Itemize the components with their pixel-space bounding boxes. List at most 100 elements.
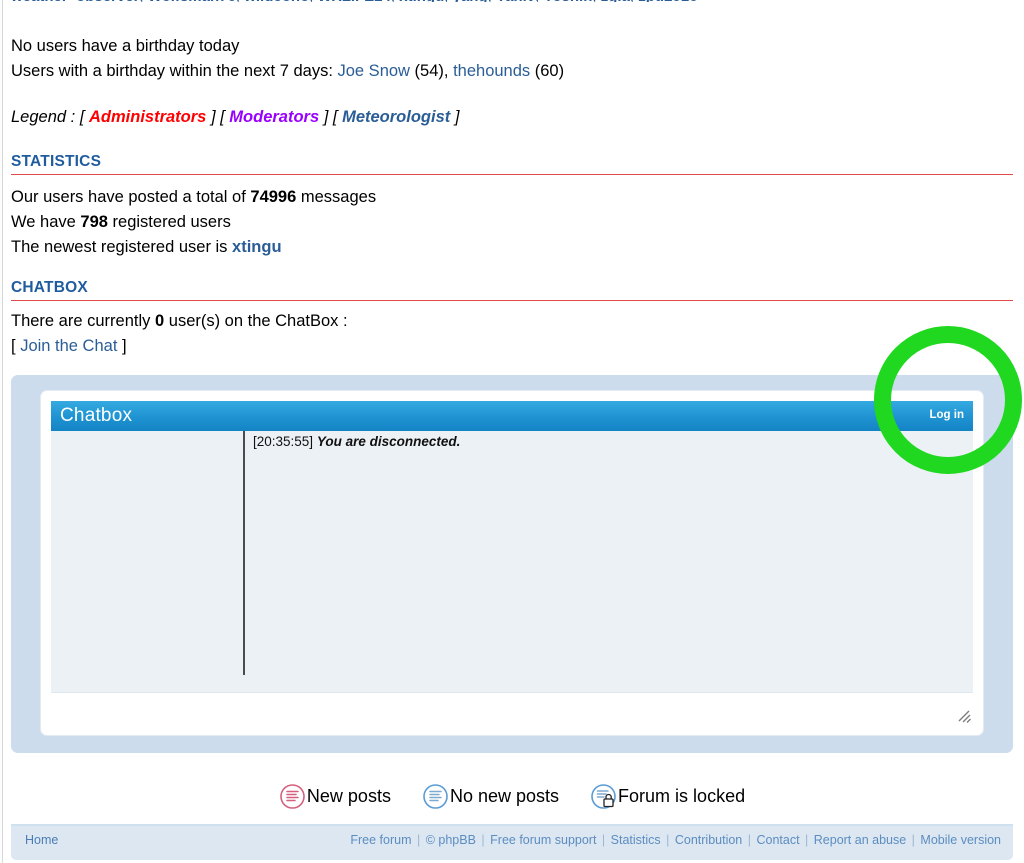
statistics-section-header: STATISTICS	[11, 153, 1013, 175]
birthday-user-link[interactable]: Joe Snow	[338, 62, 410, 80]
user-group-legend: Legend : [ Administrators ] [ Moderators…	[11, 108, 459, 127]
online-user-separator: ,	[488, 0, 496, 2]
legend-label: Legend :	[11, 108, 76, 126]
footer-link-separator: |	[744, 833, 755, 847]
footer-link[interactable]: Report an abuse	[814, 833, 906, 847]
chatbox-message-text: You are disconnected.	[316, 434, 461, 449]
chatbox-userlist-divider	[243, 431, 245, 675]
legend-open-bracket: [	[328, 108, 343, 126]
chatbox-users-prefix: There are currently	[11, 312, 151, 330]
online-user-link[interactable]: weather_observer	[11, 0, 139, 2]
birthday-block: No users have a birthday today Users wit…	[11, 34, 564, 84]
statistics-rule	[11, 174, 1013, 175]
chatbox-input-area[interactable]	[51, 693, 973, 725]
footer-link-separator: |	[908, 833, 919, 847]
footer-link-separator: |	[477, 833, 489, 847]
online-user-link[interactable]: wildcoho	[244, 0, 309, 2]
online-user-link[interactable]: WXLIFE24	[318, 0, 391, 2]
online-user-separator: ,	[391, 0, 399, 2]
statistics-newest-line: The newest registered user is xtingu	[11, 235, 376, 260]
chatbox-heading: CHATBOX	[11, 279, 88, 296]
legend-label-no-new-posts: No new posts	[449, 786, 560, 806]
statistics-users-line: We have 798 registered users	[11, 210, 376, 235]
join-chat-line: [ Join the Chat ]	[11, 334, 348, 359]
footer-link-separator: |	[662, 833, 673, 847]
chatbox-message-row: [20:35:55] You are disconnected.	[253, 433, 460, 451]
legend-item-new-posts: New posts	[279, 783, 391, 810]
legend-label-forum-locked: Forum is locked	[618, 786, 746, 806]
chatbox-users-suffix: user(s) on the ChatBox :	[168, 312, 348, 330]
join-close-bracket: ]	[122, 337, 127, 355]
online-user-separator: ,	[236, 0, 244, 2]
newest-user-link[interactable]: xtingu	[232, 238, 282, 256]
online-user-link[interactable]: zgia	[601, 0, 630, 2]
birthday-separator: ,	[443, 62, 454, 80]
legend-group-administrators: Administrators	[89, 108, 207, 126]
birthday-today-line: No users have a birthday today	[11, 37, 240, 55]
footer-link[interactable]: Free forum	[350, 833, 411, 847]
footer-link[interactable]: Statistics	[611, 833, 661, 847]
online-user-separator: ,	[630, 0, 638, 2]
page-left-border	[2, 0, 3, 863]
legend-open-bracket: [	[215, 108, 230, 126]
online-user-link[interactable]: zpu2016	[638, 0, 697, 2]
online-user-link[interactable]: Yoshin	[543, 0, 592, 2]
statistics-body: Our users have posted a total of 74996 m…	[11, 185, 376, 260]
online-user-link[interactable]: yang	[453, 0, 488, 2]
footer-link[interactable]: © phpBB	[426, 833, 476, 847]
chatbox-widget: Chatbox Log in [20:35:55] You are discon…	[41, 391, 983, 735]
statistics-posts-prefix: Our users have posted a total of	[11, 188, 246, 206]
join-the-chat-link[interactable]: Join the Chat	[20, 337, 117, 355]
statistics-newest-prefix: The newest registered user is	[11, 238, 228, 256]
online-user-list: weather_observer, Wolfsman76, wildcoho, …	[11, 0, 1011, 2]
chatbox-message-timestamp: [20:35:55]	[253, 434, 314, 449]
birthday-user-link[interactable]: thehounds	[453, 62, 530, 80]
legend-open-bracket: [	[79, 108, 89, 126]
online-user-separator: ,	[139, 0, 147, 2]
legend-group-moderators: Moderators	[229, 108, 320, 126]
legend-close-bracket: ]	[450, 108, 460, 126]
chatbox-users-count: 0	[154, 312, 165, 330]
footer-link[interactable]: Contact	[756, 833, 799, 847]
statistics-users-prefix: We have	[11, 213, 76, 231]
footer-link[interactable]: Mobile version	[920, 833, 1001, 847]
birthday-user-age: (54)	[409, 62, 444, 80]
no-new-posts-icon	[422, 783, 449, 810]
chatbox-panel: Chatbox Log in [20:35:55] You are discon…	[11, 375, 1013, 753]
chatbox-users-line: There are currently 0 user(s) on the Cha…	[11, 309, 348, 334]
legend-item-forum-locked: Forum is locked	[590, 783, 745, 810]
birthday-user-age: (60)	[530, 62, 565, 80]
statistics-posts-line: Our users have posted a total of 74996 m…	[11, 185, 376, 210]
legend-close-bracket: ]	[206, 108, 216, 126]
footer-link-separator: |	[413, 833, 424, 847]
resize-grip-icon[interactable]	[955, 708, 971, 724]
statistics-heading: STATISTICS	[11, 153, 102, 170]
footer-link[interactable]: Contribution	[675, 833, 742, 847]
online-user-separator: ,	[592, 0, 600, 2]
legend-item-no-new-posts: No new posts	[422, 783, 559, 810]
online-user-separator: ,	[309, 0, 317, 2]
legend-label-new-posts: New posts	[306, 786, 391, 806]
online-user-link[interactable]: xtingu	[399, 0, 444, 2]
statistics-users-count: 798	[80, 213, 108, 231]
footer-bar: Home Free forum | © phpBB | Free forum s…	[11, 826, 1013, 860]
online-user-link[interactable]: Yaniv	[496, 0, 535, 2]
footer-link[interactable]: Free forum support	[490, 833, 596, 847]
footer-links: Free forum | © phpBB | Free forum suppor…	[350, 833, 1001, 847]
statistics-posts-suffix: messages	[300, 188, 377, 206]
statistics-posts-count: 74996	[250, 188, 297, 206]
footer-home-link[interactable]: Home	[25, 833, 58, 847]
chatbox-login-button[interactable]: Log in	[930, 408, 965, 423]
forum-locked-icon	[590, 783, 617, 810]
birthday-upcoming-line: Users with a birthday within the next 7 …	[11, 59, 564, 84]
birthday-upcoming-prefix: Users with a birthday within the next 7 …	[11, 62, 333, 80]
statistics-users-suffix: registered users	[112, 213, 231, 231]
chatbox-message-area[interactable]: [20:35:55] You are disconnected.	[51, 431, 973, 693]
post-status-legend: New posts No new posts Forum is locked	[0, 783, 1024, 810]
chatbox-section-body: There are currently 0 user(s) on the Cha…	[11, 309, 348, 359]
new-posts-icon	[279, 783, 306, 810]
online-user-separator: ,	[444, 0, 452, 2]
chatbox-title: Chatbox	[60, 405, 133, 426]
legend-group-meteorologist: Meteorologist	[342, 108, 451, 126]
online-user-link[interactable]: Wolfsman76	[148, 0, 236, 2]
